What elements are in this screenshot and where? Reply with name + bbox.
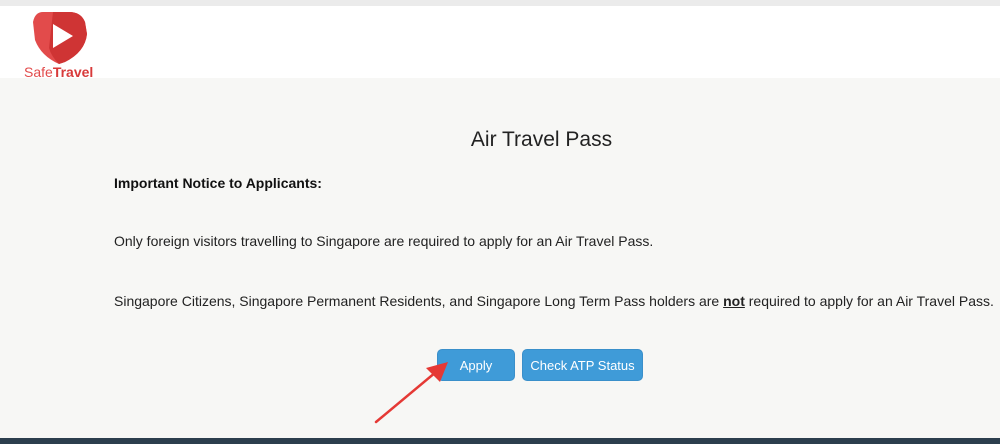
site-header: SafeTravel bbox=[0, 6, 1000, 80]
play-shield-logo-icon bbox=[33, 12, 87, 64]
notice-line-foreign-visitors: Only foreign visitors travelling to Sing… bbox=[114, 233, 654, 249]
check-atp-status-button[interactable]: Check ATP Status bbox=[522, 349, 643, 381]
main-content: Air Travel Pass Important Notice to Appl… bbox=[0, 78, 1000, 438]
page-title: Air Travel Pass bbox=[470, 128, 613, 151]
notice-heading: Important Notice to Applicants: bbox=[114, 175, 322, 191]
red-arrow-icon bbox=[374, 362, 448, 424]
notice-emphasis-not: not bbox=[723, 293, 745, 309]
safetravel-logo[interactable]: SafeTravel bbox=[22, 8, 102, 80]
notice-line-exemptions-end: required to apply for an Air Travel Pass… bbox=[744, 293, 994, 309]
notice-line-exemptions-start: Singapore Citizens, Singapore Permanent … bbox=[114, 293, 724, 309]
bottom-bar bbox=[0, 438, 1000, 444]
notice-line-exemptions: Singapore Citizens, Singapore Permanent … bbox=[114, 293, 994, 309]
